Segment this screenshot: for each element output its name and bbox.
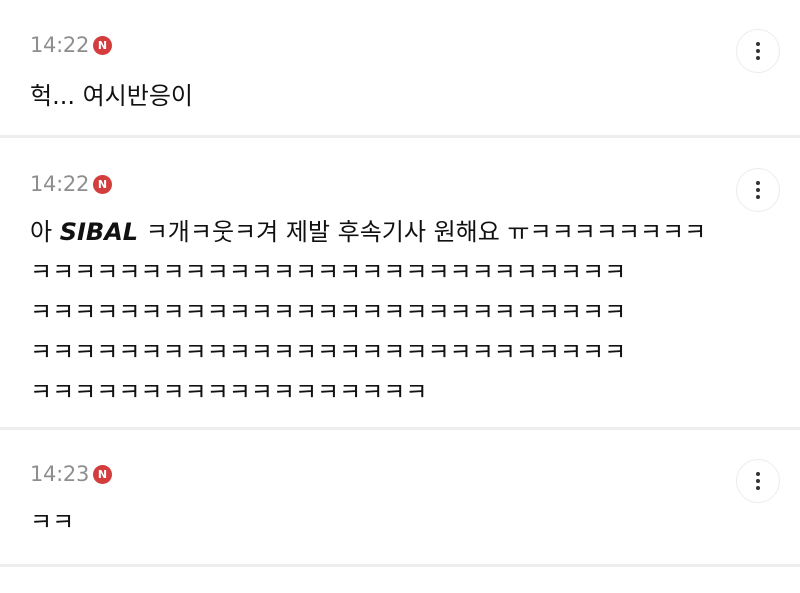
comment-text-line: ㅋㅋㅋㅋㅋㅋㅋㅋㅋㅋㅋㅋㅋㅋㅋㅋㅋㅋ [30, 378, 428, 406]
comment-text-line: ㅋㅋㅋㅋㅋㅋㅋㅋㅋㅋㅋㅋㅋㅋㅋㅋㅋㅋㅋㅋㅋㅋㅋㅋㅋㅋㅋ [30, 258, 627, 286]
new-badge-icon: N [93, 464, 113, 484]
comment-item: 14:22 N 아 SIBAL ㅋ개ㅋ웃ㅋ겨 제발 후속기사 원해요 ㅠㅋㅋㅋㅋ… [0, 138, 800, 430]
comment-text: ㅋㅋ [30, 508, 75, 536]
new-badge-icon: N [93, 174, 113, 194]
more-options-button[interactable] [736, 29, 780, 73]
comment-time: 14:22 [30, 172, 90, 196]
comment-item: 14:22 N 헉... 여시반응이 [0, 0, 800, 138]
comment-text-suffix: ㅋ개ㅋ웃ㅋ겨 제발 후속기사 원해요 ㅠㅋㅋㅋㅋㅋㅋㅋㅋ [138, 218, 707, 246]
comment-time: 14:23 [30, 462, 90, 486]
comment-text-line: 아 SIBAL ㅋ개ㅋ웃ㅋ겨 제발 후속기사 원해요 ㅠㅋㅋㅋㅋㅋㅋㅋㅋ [30, 212, 740, 252]
comment-text-line: ㅋㅋㅋㅋㅋㅋㅋㅋㅋㅋㅋㅋㅋㅋㅋㅋㅋㅋㅋㅋㅋㅋㅋㅋㅋㅋㅋ [30, 298, 627, 326]
more-options-button[interactable] [736, 459, 780, 503]
new-badge-icon: N [93, 35, 113, 55]
comment-item: 14:23 N ㅋㅋ [0, 430, 800, 593]
more-vertical-icon [756, 181, 760, 185]
more-vertical-icon [756, 42, 760, 46]
more-options-button[interactable] [736, 168, 780, 212]
comment-text-prefix: 아 [30, 218, 60, 246]
more-vertical-icon [756, 472, 760, 476]
comment-meta: 14:22 N [30, 171, 113, 197]
comment-text: 아 SIBAL ㅋ개ㅋ웃ㅋ겨 제발 후속기사 원해요 ㅠㅋㅋㅋㅋㅋㅋㅋㅋ ㅋㅋㅋ… [30, 212, 740, 412]
comment-text-bold: SIBAL [59, 218, 139, 246]
comment-text: 헉... 여시반응이 [30, 82, 193, 110]
comment-time: 14:22 [30, 33, 90, 57]
comment-meta: 14:22 N [30, 32, 113, 58]
comment-text-line: ㅋㅋㅋㅋㅋㅋㅋㅋㅋㅋㅋㅋㅋㅋㅋㅋㅋㅋㅋㅋㅋㅋㅋㅋㅋㅋㅋ [30, 338, 627, 366]
comment-meta: 14:23 N [30, 461, 113, 487]
